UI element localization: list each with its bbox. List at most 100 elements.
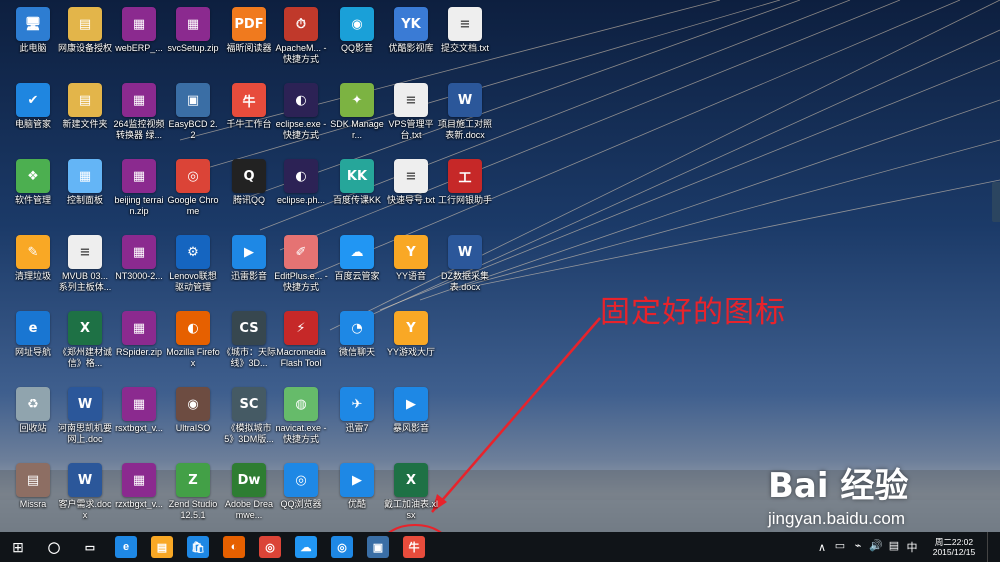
show-hidden-icons-icon[interactable]: ∧ bbox=[813, 541, 831, 554]
desktop-icon[interactable]: X 戴工加油表.xlsx bbox=[384, 460, 438, 532]
desktop-icon[interactable]: ▦ 控制面板 bbox=[58, 156, 112, 228]
tray-icon[interactable]: ▤ bbox=[885, 539, 903, 555]
desktop-icon[interactable]: ▦ RSpider.zip bbox=[112, 308, 166, 380]
baidu-cloud-icon: ☁ bbox=[295, 536, 317, 558]
tray-icon[interactable]: 中 bbox=[903, 539, 921, 555]
desktop-icon[interactable]: W DZ数据采集表.docx bbox=[438, 232, 492, 304]
desktop-icon[interactable]: ⚙ Lenovo联想驱动管理 bbox=[166, 232, 220, 304]
desktop-icon[interactable]: ◍ navicat.exe - 快捷方式 bbox=[274, 384, 328, 456]
desktop-icon[interactable]: ❖ 软件管理 bbox=[6, 156, 60, 228]
desktop-icon[interactable]: ◔ 微信聊天 bbox=[330, 308, 384, 380]
desktop-icon[interactable]: ✦ SDK Manager... bbox=[330, 80, 384, 152]
desktop-icon[interactable]: Z Zend Studio 12.5.1 bbox=[166, 460, 220, 532]
desktop-icon-label: 客户需求.docx bbox=[58, 499, 112, 520]
app-icon: ≡ bbox=[68, 235, 102, 269]
desktop-icon[interactable]: 工工行网银助手 bbox=[438, 156, 492, 228]
desktop-icon-label: 网址导航 bbox=[14, 347, 51, 357]
app-icon: ▦ bbox=[122, 83, 156, 117]
desktop-icon[interactable]: W 客户需求.docx bbox=[58, 460, 112, 532]
desktop-icon[interactable]: ▦ rsxtbgxt_v... bbox=[112, 384, 166, 456]
desktop-icon[interactable]: ▤ 新建文件夹 bbox=[58, 80, 112, 152]
desktop-icon[interactable]: YK 优酷影视库 bbox=[384, 4, 438, 76]
desktop-icon[interactable]: ▶ 优酷 bbox=[330, 460, 384, 532]
desktop-icon[interactable]: ▦ 264监控视频转换器 绿... bbox=[112, 80, 166, 152]
app-icon: ◐ bbox=[284, 83, 318, 117]
desktop-icon[interactable]: ▦ beijing terrain.zip bbox=[112, 156, 166, 228]
desktop-icon[interactable]: ▶ 暴风影音 bbox=[384, 384, 438, 456]
desktop-icon[interactable]: CS 《城市：天际线》3D... bbox=[222, 308, 276, 380]
taskbar-search-button[interactable]: ◯ bbox=[36, 532, 72, 562]
taskbar-chrome-button[interactable]: ◎ bbox=[252, 532, 288, 562]
taskbar-file-explorer-button[interactable]: ▤ bbox=[144, 532, 180, 562]
desktop-icon[interactable]: ⏱ ApacheM... - 快捷方式 bbox=[274, 4, 328, 76]
desktop-icon[interactable]: SC 《模拟城市5》3DM版... bbox=[222, 384, 276, 456]
desktop-icon[interactable]: ▦ rzxtbgxt_v... bbox=[112, 460, 166, 532]
desktop-icon[interactable]: Dw Adobe Dreamwe... bbox=[222, 460, 276, 532]
desktop-icon[interactable]: ≡ 提交文档.txt bbox=[438, 4, 492, 76]
desktop-icon[interactable]: ✐ EditPlus.e... - 快捷方式 bbox=[274, 232, 328, 304]
start-button[interactable]: ⊞ bbox=[0, 532, 36, 562]
taskbar-store-button[interactable]: 🛍 bbox=[180, 532, 216, 562]
desktop-icon[interactable]: ▦ NT3000-2... bbox=[112, 232, 166, 304]
desktop-icon[interactable]: Y YY游戏大厅 bbox=[384, 308, 438, 380]
desktop-icon[interactable]: W 项目施工对照表新.docx bbox=[438, 80, 492, 152]
tray-icon[interactable]: ⌁ bbox=[849, 539, 867, 555]
desktop-icon[interactable]: ⚡ Macromedia Flash Tool bbox=[274, 308, 328, 380]
clock-time: 周二22:02 bbox=[934, 537, 974, 547]
desktop-icon[interactable]: ◉ QQ影音 bbox=[330, 4, 384, 76]
desktop-icon[interactable]: ✎ 清理垃圾 bbox=[6, 232, 60, 304]
desktop-icon[interactable]: ≡ VPS管理平台.txt bbox=[384, 80, 438, 152]
clock[interactable]: 周二22:02 2015/12/15 bbox=[925, 537, 983, 557]
side-panel-handle[interactable] bbox=[992, 182, 1000, 222]
desktop-icon[interactable]: ≡ MVUB 03... 系列主板体... bbox=[58, 232, 112, 304]
taskbar-easybcd-button[interactable]: ▣ bbox=[360, 532, 396, 562]
desktop-icon-label: 微信聊天 bbox=[338, 347, 375, 357]
taskbar-firefox-button[interactable]: ◐ bbox=[216, 532, 252, 562]
desktop-area[interactable]: 🖥 此电脑 ▤ 网康设备授权 ▦ webERP_... ▦ svcSetup.zip PDF 福昕… bbox=[0, 0, 990, 532]
desktop-icon[interactable]: ▤ 网康设备授权 bbox=[58, 4, 112, 76]
desktop-icon[interactable]: ◐ Mozilla Firefox bbox=[166, 308, 220, 380]
desktop-icon[interactable]: ◎ QQ浏览器 bbox=[274, 460, 328, 532]
desktop-icon-label: 百度传课KK bbox=[332, 195, 381, 205]
desktop-icon[interactable]: 牛千牛工作台 bbox=[222, 80, 276, 152]
desktop-icon-label: rsxtbgxt_v... bbox=[115, 423, 163, 433]
app-icon: ❖ bbox=[16, 159, 50, 193]
taskbar-task-view-button[interactable]: ▭ bbox=[72, 532, 108, 562]
desktop-icon-label: 网康设备授权 bbox=[58, 43, 112, 53]
taskbar-baidu-cloud-button[interactable]: ☁ bbox=[288, 532, 324, 562]
desktop-icon-label: 《郑州建材诚信》格... bbox=[58, 347, 112, 368]
search-icon: ◯ bbox=[47, 541, 61, 554]
desktop-icon[interactable]: ◐ eclipse.exe - 快捷方式 bbox=[274, 80, 328, 152]
desktop-icon[interactable]: ▤ Missra bbox=[6, 460, 60, 532]
desktop-icon[interactable]: X 《郑州建材诚信》格... bbox=[58, 308, 112, 380]
app-icon: ▤ bbox=[68, 7, 102, 41]
taskbar-qianniu-button[interactable]: 牛 bbox=[396, 532, 432, 562]
show-desktop-button[interactable] bbox=[987, 532, 1000, 562]
desktop-icon[interactable]: ▣ EasyBCD 2.2 bbox=[166, 80, 220, 152]
taskbar-qq-browser-button[interactable]: ◎ bbox=[324, 532, 360, 562]
baidu-jingyan-watermark: Bai 经验 jingyan.baidu.com bbox=[768, 458, 908, 529]
app-icon: ▦ bbox=[122, 7, 156, 41]
desktop-icon[interactable]: ✈ 迅雷7 bbox=[330, 384, 384, 456]
desktop-icon[interactable]: PDF 福昕阅读器 bbox=[222, 4, 276, 76]
desktop-icon[interactable]: e 网址导航 bbox=[6, 308, 60, 380]
desktop-icon[interactable]: ✔ 电脑管家 bbox=[6, 80, 60, 152]
desktop-icon[interactable]: W 河南思凯机要网上.doc bbox=[58, 384, 112, 456]
desktop-icon[interactable]: ♻ 回收站 bbox=[6, 384, 60, 456]
desktop-icon[interactable]: ▦ svcSetup.zip bbox=[166, 4, 220, 76]
desktop-icon[interactable]: 🖥 此电脑 bbox=[6, 4, 60, 76]
desktop-icon[interactable]: ▶ 迅雷影音 bbox=[222, 232, 276, 304]
tray-icon[interactable]: 🔊 bbox=[867, 539, 885, 555]
tray-icon[interactable]: ▭ bbox=[831, 539, 849, 555]
desktop-icon[interactable]: KK 百度传课KK bbox=[330, 156, 384, 228]
desktop-icon[interactable]: Y YY语音 bbox=[384, 232, 438, 304]
taskbar-edge-button[interactable]: e bbox=[108, 532, 144, 562]
desktop-icon-label: Google Chrome bbox=[167, 195, 219, 216]
desktop-icon[interactable]: ≡ 快速导号.txt bbox=[384, 156, 438, 228]
desktop-icon[interactable]: Q 腾讯QQ bbox=[222, 156, 276, 228]
desktop-icon[interactable]: ◉ UltraISO bbox=[166, 384, 220, 456]
desktop-icon[interactable]: ◎ Google Chrome bbox=[166, 156, 220, 228]
desktop-icon[interactable]: ▦ webERP_... bbox=[112, 4, 166, 76]
desktop-icon[interactable]: ☁ 百度云管家 bbox=[330, 232, 384, 304]
desktop-icon[interactable]: ◐ eclipse.ph... bbox=[274, 156, 328, 228]
